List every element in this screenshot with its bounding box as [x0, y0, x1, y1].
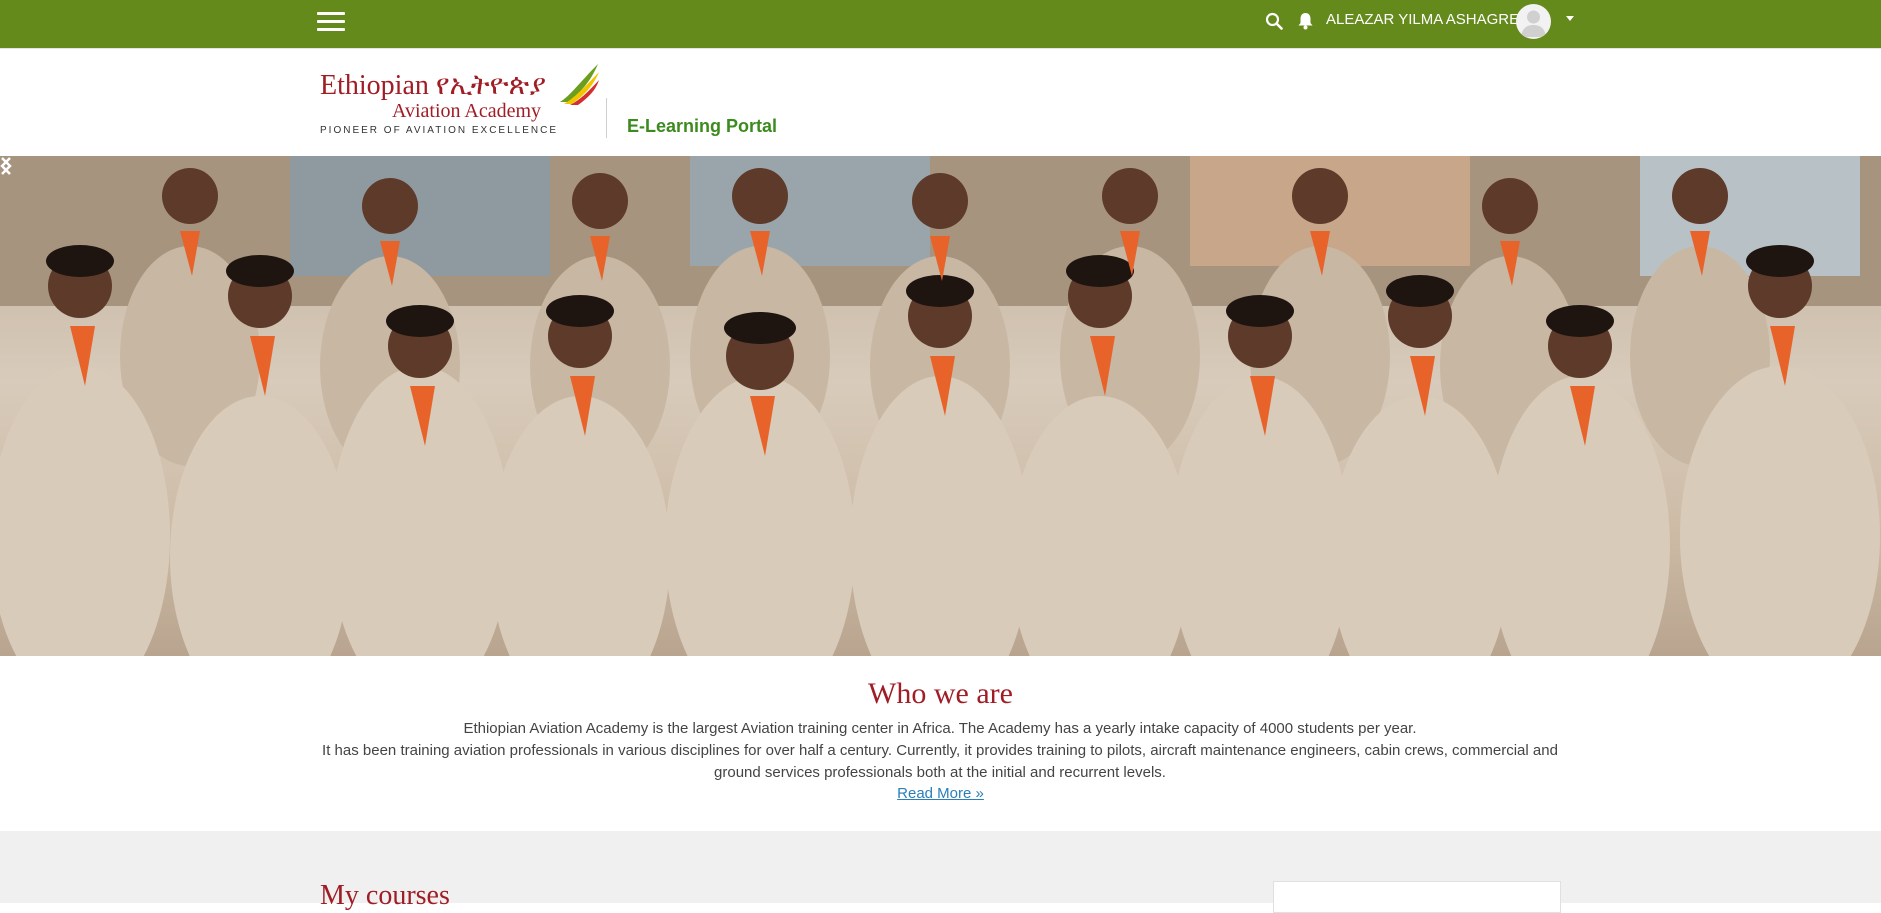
- logo-subtitle: Aviation Academy: [392, 100, 542, 122]
- bell-icon[interactable]: [1297, 12, 1314, 30]
- user-avatar-icon[interactable]: [1516, 4, 1551, 39]
- about-paragraph-1: Ethiopian Aviation Academy is the larges…: [463, 720, 1417, 737]
- ethiopian-wing-icon: [560, 64, 599, 105]
- user-name[interactable]: ALEAZAR YILMA ASHAGREA: [1326, 11, 1529, 28]
- logo-title: Ethiopian የኢትዮጵያ: [320, 70, 547, 101]
- portal-title: E-Learning Portal: [627, 116, 778, 136]
- about-heading: Who we are: [868, 677, 1013, 710]
- sidebar-block: [1273, 881, 1561, 913]
- caret-down-icon[interactable]: [1566, 16, 1574, 21]
- read-more-link[interactable]: Read More »: [897, 785, 984, 802]
- academy-logo[interactable]: Ethiopian የኢትዮጵያ Aviation Academy PIONEE…: [320, 60, 600, 140]
- courses-section: [0, 831, 1881, 903]
- logo-tagline: PIONEER OF AVIATION EXCELLENCE: [320, 125, 559, 136]
- about-paragraph-2: It has been training aviation profession…: [322, 742, 1558, 781]
- read-more-container: Read More »: [0, 785, 1881, 802]
- my-courses-heading: My courses: [320, 880, 450, 911]
- header-divider: [606, 98, 607, 138]
- hero-image: [0, 156, 1881, 656]
- site-header: [0, 48, 1881, 157]
- hamburger-menu-icon[interactable]: [317, 11, 345, 33]
- hero-banner: [0, 156, 1881, 656]
- chevron-right-icon[interactable]: [0, 156, 12, 176]
- top-navbar: ALEAZAR YILMA ASHAGREA: [0, 0, 1881, 48]
- search-icon[interactable]: [1265, 12, 1283, 30]
